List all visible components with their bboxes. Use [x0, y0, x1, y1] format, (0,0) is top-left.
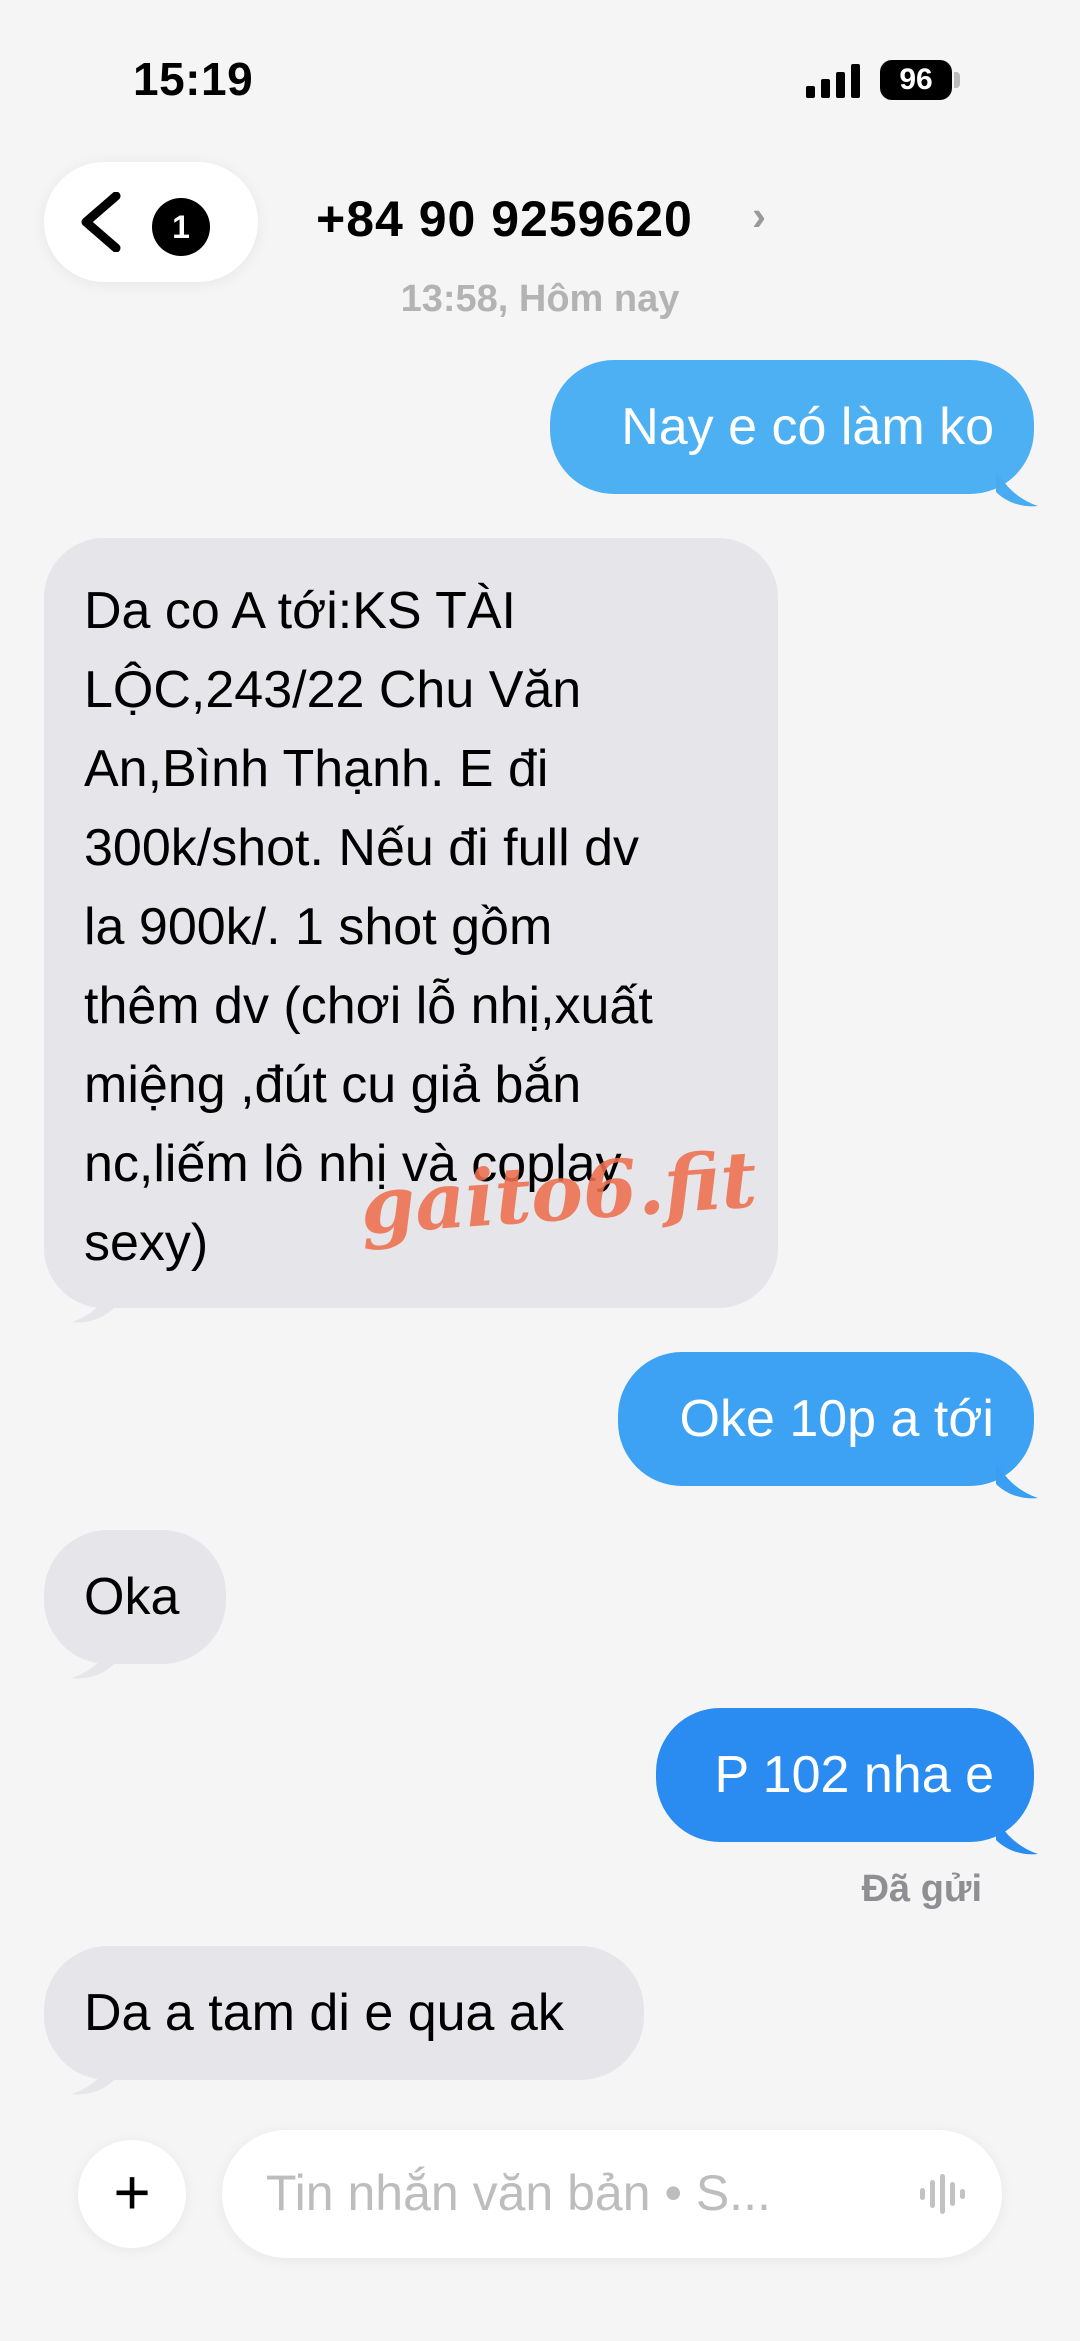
cellular-signal-icon	[806, 64, 860, 98]
message-input-placeholder: Tin nhắn văn bản • S...	[266, 2165, 771, 2221]
message-text: Nay e có làm ko	[621, 398, 994, 456]
bubble-tail	[72, 1642, 114, 1679]
message-bubble-outgoing[interactable]: Nay e có làm ko	[550, 360, 1034, 494]
chevron-left-icon	[81, 192, 121, 252]
contact-name[interactable]: +84 90 9259620	[316, 190, 693, 248]
message-bubble-incoming[interactable]: Da a tam di e qua ak	[44, 1946, 644, 2080]
battery-indicator: 96	[880, 60, 952, 100]
message-text: Oka	[84, 1568, 180, 1626]
status-time: 15:19	[133, 53, 254, 105]
message-line: An,Bình Thạnh. E đi	[84, 740, 549, 798]
messages-screen: 15:19 96 1 +84 90 9259620 › 13:58, Hôm n…	[0, 0, 1080, 2341]
delivered-status: Đã gửi	[861, 1868, 982, 1910]
message-bubble-outgoing[interactable]: P 102 nha e	[656, 1708, 1034, 1842]
bubble-tail	[72, 1286, 114, 1323]
message-input[interactable]: Tin nhắn văn bản • S...	[222, 2130, 1002, 2258]
message-line: miệng ,đút cu giả bắn	[84, 1056, 582, 1114]
message-line: LỘC,243/22 Chu Văn	[84, 661, 582, 719]
message-line: 300k/shot. Nếu đi full dv	[84, 819, 639, 877]
message-text: P 102 nha e	[714, 1746, 994, 1804]
conversation-timestamp: 13:58, Hôm nay	[400, 278, 680, 320]
message-text: Da a tam di e qua ak	[84, 1984, 564, 2042]
plus-icon: +	[113, 2156, 151, 2228]
unread-count-badge: 1	[152, 198, 210, 256]
audio-waveform-icon[interactable]	[918, 2172, 970, 2216]
message-line: thêm dv (chơi lỗ nhị,xuất	[84, 977, 653, 1035]
message-bubble-outgoing[interactable]: Oke 10p a tới	[618, 1352, 1034, 1486]
chevron-right-icon[interactable]: ›	[752, 192, 766, 240]
bubble-tail	[996, 470, 1038, 507]
back-button[interactable]: 1	[44, 162, 258, 282]
message-line: Da co A tới:KS TÀI	[84, 582, 516, 640]
bubble-tail	[72, 2058, 114, 2095]
add-attachment-button[interactable]: +	[78, 2140, 186, 2248]
bubble-tail	[996, 1818, 1038, 1855]
battery-tip	[954, 72, 960, 88]
message-text: Oke 10p a tới	[679, 1390, 995, 1448]
message-line: la 900k/. 1 shot gồm	[84, 898, 553, 956]
bubble-tail	[996, 1462, 1038, 1499]
